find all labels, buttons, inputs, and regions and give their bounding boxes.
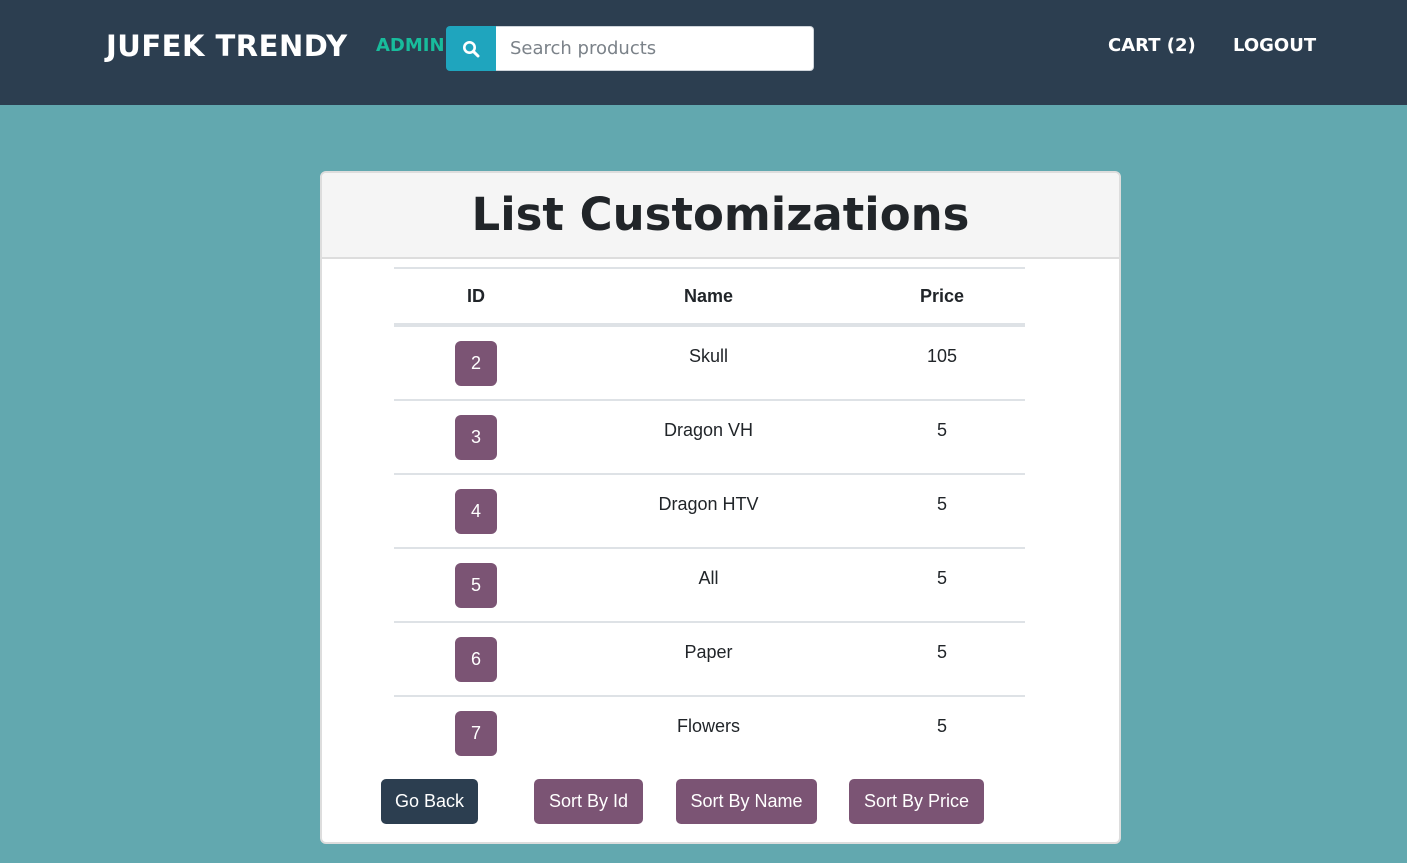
customization-price: 5	[936, 716, 947, 736]
page-title: List Customizations	[471, 188, 970, 241]
id-badge[interactable]: 6	[455, 637, 497, 682]
customization-name: Flowers	[676, 716, 740, 736]
sort-by-id-button[interactable]: Sort By Id	[534, 779, 643, 824]
column-header-name[interactable]: Name	[558, 267, 859, 327]
table-row: 5 All 5	[394, 548, 1025, 623]
customization-price: 5	[936, 494, 947, 514]
logout-link[interactable]: LOGOUT	[1233, 35, 1316, 57]
sort-by-name-button[interactable]: Sort By Name	[676, 779, 817, 824]
name-cell: Skull	[558, 325, 859, 401]
search-form	[446, 26, 814, 71]
name-cell: Flowers	[558, 696, 859, 769]
customization-price: 5	[936, 568, 947, 588]
id-badge[interactable]: 7	[455, 711, 497, 756]
id-cell: 4	[394, 474, 558, 549]
price-cell: 5	[859, 622, 1025, 697]
customization-name: Skull	[688, 346, 728, 366]
table-header-row: ID Name Price	[394, 267, 1025, 327]
admin-link[interactable]: ADMIN	[376, 35, 445, 57]
customization-name: All	[698, 568, 719, 588]
customization-price: 105	[926, 346, 958, 366]
price-cell: 105	[859, 325, 1025, 401]
table-row: 3 Dragon VH 5	[394, 400, 1025, 475]
id-cell: 3	[394, 400, 558, 475]
customization-name: Paper	[684, 642, 733, 662]
customization-name: Dragon VH	[663, 420, 754, 440]
name-cell: All	[558, 548, 859, 623]
id-badge[interactable]: 5	[455, 563, 497, 608]
price-cell: 5	[859, 474, 1025, 549]
search-input[interactable]	[496, 26, 814, 71]
search-icon	[463, 40, 480, 57]
id-badge[interactable]: 2	[455, 341, 497, 386]
customization-price: 5	[936, 642, 947, 662]
price-cell: 5	[859, 696, 1025, 769]
id-cell: 7	[394, 696, 558, 769]
cart-link[interactable]: CART (2)	[1108, 35, 1196, 57]
id-badge[interactable]: 4	[455, 489, 497, 534]
search-button[interactable]	[446, 26, 496, 71]
price-cell: 5	[859, 548, 1025, 623]
table-row: 7 Flowers 5	[394, 696, 1025, 769]
name-cell: Dragon HTV	[558, 474, 859, 549]
id-cell: 2	[394, 325, 558, 401]
go-back-button[interactable]: Go Back	[381, 779, 478, 824]
name-cell: Dragon VH	[558, 400, 859, 475]
customization-price: 5	[936, 420, 947, 440]
customizations-table: ID Name Price 2 Skull 105 3 Dragon VH 5 …	[394, 267, 1025, 769]
table-row: 6 Paper 5	[394, 622, 1025, 697]
brand-logo[interactable]: JUFEK TRENDY	[106, 28, 348, 64]
table-row: 4 Dragon HTV 5	[394, 474, 1025, 549]
price-cell: 5	[859, 400, 1025, 475]
navbar: JUFEK TRENDY ADMIN CART (2) LOGOUT	[0, 0, 1407, 105]
customizations-card: List Customizations ID Name Price 2 Skul…	[320, 171, 1121, 844]
id-cell: 6	[394, 622, 558, 697]
id-badge[interactable]: 3	[455, 415, 497, 460]
card-header: List Customizations	[322, 173, 1119, 259]
name-cell: Paper	[558, 622, 859, 697]
sort-by-price-button[interactable]: Sort By Price	[849, 779, 984, 824]
id-cell: 5	[394, 548, 558, 623]
column-header-id[interactable]: ID	[394, 267, 558, 327]
customization-name: Dragon HTV	[658, 494, 759, 514]
column-header-price[interactable]: Price	[859, 267, 1025, 327]
table-row: 2 Skull 105	[394, 325, 1025, 401]
